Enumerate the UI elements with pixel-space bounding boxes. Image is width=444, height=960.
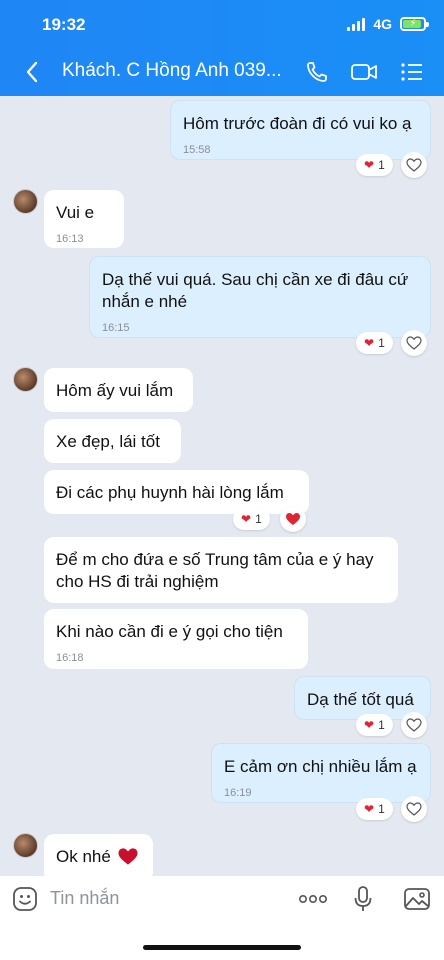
message-bubble-incoming[interactable]: Hôm ấy vui lắm: [44, 368, 193, 412]
phone-icon: [307, 62, 327, 82]
message-text: Dạ thế vui quá. Sau chị cần xe đi đâu cứ…: [102, 270, 409, 311]
battery-icon: ⚡: [400, 17, 429, 31]
react-button[interactable]: [401, 796, 427, 822]
heart-icon: [118, 848, 138, 865]
message-text: Xe đẹp, lái tốt: [56, 432, 160, 451]
composer-bar: Tin nhắn: [0, 876, 444, 960]
message-text: Hôm ấy vui lắm: [56, 381, 174, 400]
voice-button[interactable]: [348, 884, 378, 914]
reaction-badge[interactable]: ❤ 1: [356, 332, 393, 354]
message-text: Khi nào cần đi e ý gọi cho tiện: [56, 622, 283, 641]
video-call-button[interactable]: [349, 58, 379, 86]
message-bubble-incoming[interactable]: Ok nhé: [44, 834, 153, 876]
message-text: Đi các phụ huynh hài lòng lắm: [56, 483, 284, 502]
network-type: 4G: [373, 16, 392, 32]
message-list[interactable]: Hôm trước đoàn đi có vui ko ạ 15:58 ❤ 1 V…: [0, 96, 444, 876]
more-dots-icon: [298, 894, 327, 904]
reaction-count: 1: [378, 336, 385, 350]
heart-icon: ❤: [364, 336, 375, 350]
more-button[interactable]: [298, 884, 328, 914]
sticker-icon: [13, 887, 37, 911]
message-text: Hôm trước đoàn đi có vui ko ạ: [183, 114, 412, 133]
call-button[interactable]: [302, 58, 332, 86]
message-time: 16:13: [56, 233, 84, 245]
reaction-count: 1: [378, 158, 385, 172]
list-menu-icon: [401, 63, 422, 81]
react-button[interactable]: [401, 152, 427, 178]
chevron-left-icon: [26, 61, 38, 83]
react-button[interactable]: [401, 330, 427, 356]
message-text: Dạ thế tốt quá: [307, 690, 414, 709]
image-icon: [404, 888, 430, 910]
message-text: E cảm ơn chị nhiều lắm ạ: [224, 757, 417, 776]
chat-header: 19:32 4G ⚡ Khách. C Hồng Anh 039...: [0, 0, 444, 96]
image-button[interactable]: [402, 884, 432, 914]
avatar[interactable]: [13, 367, 38, 392]
heart-icon: [286, 513, 300, 525]
menu-button[interactable]: [397, 58, 427, 86]
back-button[interactable]: [18, 58, 46, 86]
message-bubble-incoming[interactable]: Khi nào cần đi e ý gọi cho tiện 16:18: [44, 609, 308, 669]
message-bubble-incoming[interactable]: Xe đẹp, lái tốt: [44, 419, 181, 463]
video-camera-icon: [351, 64, 377, 80]
avatar[interactable]: [13, 189, 38, 214]
avatar[interactable]: [13, 833, 38, 858]
heart-outline-icon: [406, 158, 422, 172]
signal-icon: [347, 17, 366, 31]
reaction-badge[interactable]: ❤ 1: [233, 508, 270, 530]
message-bubble-outgoing[interactable]: Dạ thế vui quá. Sau chị cần xe đi đâu cứ…: [89, 256, 431, 338]
message-time: 16:18: [56, 652, 84, 664]
reaction-count: 1: [378, 802, 385, 816]
reaction-count: 1: [255, 512, 262, 526]
nav-bar: Khách. C Hồng Anh 039...: [0, 50, 444, 94]
message-bubble-outgoing[interactable]: E cảm ơn chị nhiều lắm ạ 16:19: [211, 743, 431, 803]
message-text: Vui e: [56, 203, 95, 222]
react-button[interactable]: [401, 712, 427, 738]
heart-icon: ❤: [364, 718, 375, 732]
home-indicator: [143, 945, 301, 950]
message-bubble-incoming[interactable]: Để m cho đứa e số Trung tâm của e ý hay …: [44, 537, 398, 603]
chat-title[interactable]: Khách. C Hồng Anh 039...: [62, 60, 286, 82]
heart-outline-icon: [406, 718, 422, 732]
heart-outline-icon: [406, 802, 422, 816]
sticker-button[interactable]: [10, 884, 40, 914]
status-time: 19:32: [42, 15, 86, 34]
reaction-badge[interactable]: ❤ 1: [356, 154, 393, 176]
status-indicators: 4G ⚡: [347, 16, 429, 32]
react-button[interactable]: [280, 506, 306, 532]
microphone-icon: [354, 886, 372, 911]
message-input[interactable]: Tin nhắn: [50, 888, 119, 909]
reaction-badge[interactable]: ❤ 1: [356, 714, 393, 736]
message-bubble-incoming[interactable]: Đi các phụ huynh hài lòng lắm: [44, 470, 309, 514]
heart-icon: ❤: [364, 802, 375, 816]
message-bubble-outgoing[interactable]: Hôm trước đoàn đi có vui ko ạ 15:58: [170, 100, 431, 160]
heart-icon: ❤: [241, 512, 252, 526]
message-text: Ok nhé: [56, 847, 111, 866]
reaction-badge[interactable]: ❤ 1: [356, 798, 393, 820]
heart-icon: ❤: [364, 158, 375, 172]
message-text: Để m cho đứa e số Trung tâm của e ý hay …: [56, 550, 374, 591]
heart-outline-icon: [406, 336, 422, 350]
message-bubble-incoming[interactable]: Vui e 16:13: [44, 190, 124, 248]
reaction-count: 1: [378, 718, 385, 732]
